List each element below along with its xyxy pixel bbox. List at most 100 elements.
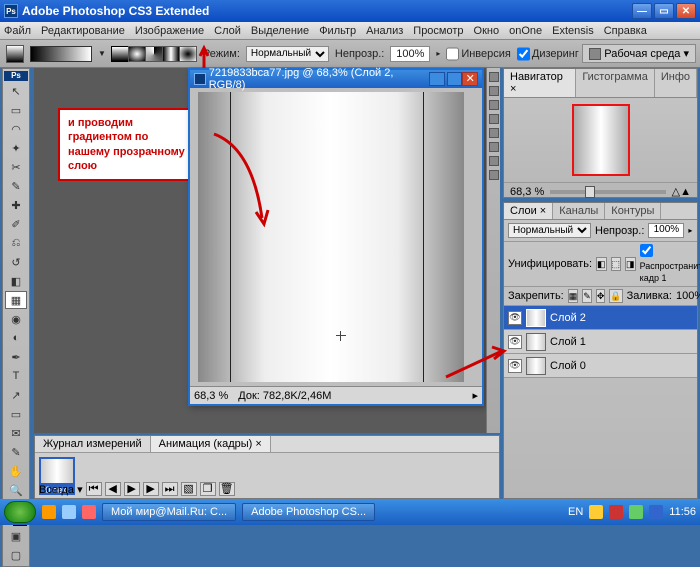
unify-icon[interactable]: ◨ [625,257,636,271]
first-frame-icon[interactable]: ⏮ [86,482,102,496]
gradient-diamond-icon[interactable] [179,46,197,62]
close-button[interactable]: ✕ [676,3,696,19]
unify-icon[interactable]: ◧ [596,257,607,271]
menu-image[interactable]: Изображение [135,25,204,37]
slice-tool[interactable]: ✎ [5,177,27,195]
dock-icon[interactable] [489,72,499,82]
navigator-zoom[interactable]: 68,3 % [510,186,544,198]
tray-icon[interactable] [629,505,643,519]
quickmask-icon[interactable]: ▣ [5,527,27,545]
frame-thumbnail[interactable] [39,457,75,485]
screenmode-icon[interactable]: ▢ [5,546,27,564]
prev-frame-icon[interactable]: ◀ [105,482,121,496]
dropdown-icon[interactable]: ▸ [436,49,440,58]
next-frame-icon[interactable]: ▶ [143,482,159,496]
dock-icon[interactable] [489,86,499,96]
layer-name[interactable]: Слой 2 [550,312,586,324]
type-tool[interactable]: T [5,367,27,385]
language-indicator[interactable]: EN [568,506,583,518]
navigator-thumbnail[interactable] [572,104,630,176]
lock-move-icon[interactable]: ✥ [596,289,606,303]
menu-file[interactable]: Файл [4,25,31,37]
gradient-tool-icon[interactable] [6,45,24,63]
doc-max-button[interactable] [447,72,463,86]
lock-transparent-icon[interactable]: ▦ [568,289,579,303]
gradient-tool[interactable]: ▦ [5,291,27,309]
workspace-button[interactable]: Рабочая среда ▾ [582,44,696,63]
document-canvas[interactable] [198,92,464,382]
visibility-icon[interactable]: 👁 [508,335,522,349]
tween-icon[interactable]: ▧ [181,482,197,496]
wand-tool[interactable]: ✦ [5,139,27,157]
gradient-reflected-icon[interactable] [162,46,180,62]
tab-layers[interactable]: Слои × [504,203,553,219]
tray-icon[interactable] [649,505,663,519]
tab-channels[interactable]: Каналы [553,203,605,219]
document-titlebar[interactable]: 7219833bca77.jpg @ 68,3% (Слой 2, RGB/8)… [190,70,482,88]
menu-layer[interactable]: Слой [214,25,241,37]
zoom-slider[interactable] [550,190,665,194]
menu-onone[interactable]: onOne [509,25,542,37]
lock-all-icon[interactable]: 🔒 [609,289,622,303]
layer-thumbnail[interactable] [526,333,546,351]
menu-edit[interactable]: Редактирование [41,25,125,37]
tab-animation[interactable]: Анимация (кадры) × [151,436,271,452]
visibility-icon[interactable]: 👁 [508,359,522,373]
lasso-tool[interactable]: ◠ [5,120,27,138]
maximize-button[interactable]: ▭ [654,3,674,19]
doc-close-button[interactable]: ✕ [462,72,478,86]
menu-select[interactable]: Выделение [251,25,309,37]
gradient-angle-icon[interactable] [145,46,163,62]
marquee-tool[interactable]: ▭ [5,101,27,119]
menu-window[interactable]: Окно [474,25,500,37]
doc-min-button[interactable] [429,72,445,86]
layer-opacity-input[interactable]: 100% [648,223,684,238]
menu-help[interactable]: Справка [604,25,647,37]
visibility-icon[interactable]: 👁 [508,311,522,325]
layer-row[interactable]: 👁 Слой 2 [504,306,697,330]
quicklaunch-icon[interactable] [82,505,96,519]
pen-tool[interactable]: ✒ [5,348,27,366]
inverse-checkbox[interactable]: Инверсия [446,46,511,62]
shape-tool[interactable]: ▭ [5,405,27,423]
mode-select[interactable]: Нормальный [246,46,329,62]
taskbar-app[interactable]: Мой мир@Mail.Ru: С... [102,503,236,521]
zoom-tool[interactable]: 🔍 [5,481,27,499]
taskbar-app[interactable]: Adobe Photoshop CS... [242,503,375,521]
hand-tool[interactable]: ✋ [5,462,27,480]
quicklaunch-icon[interactable] [62,505,76,519]
menu-filter[interactable]: Фильтр [319,25,356,37]
dock-icon[interactable] [489,142,499,152]
layer-row[interactable]: 👁 Слой 0 [504,354,697,378]
gradient-radial-icon[interactable] [128,46,146,62]
dock-icon[interactable] [489,114,499,124]
layer-name[interactable]: Слой 1 [550,336,586,348]
clock[interactable]: 11:56 [669,506,696,518]
blend-mode-select[interactable]: Нормальный [508,223,591,238]
unify-icon[interactable]: ⬚ [611,257,622,271]
dropdown-icon[interactable]: ▼ [98,49,106,58]
new-frame-icon[interactable]: ❐ [200,482,216,496]
fill-input[interactable]: 100% [676,290,700,302]
dodge-tool[interactable]: ◐ [5,329,27,347]
notes-tool[interactable]: ✉ [5,424,27,442]
last-frame-icon[interactable]: ⏭ [162,482,178,496]
tab-info[interactable]: Инфо [655,69,697,97]
lock-paint-icon[interactable]: ✎ [582,289,592,303]
zoom-in-icon[interactable]: ▲ [680,186,691,198]
dock-icon[interactable] [489,128,499,138]
minimize-button[interactable]: — [632,3,652,19]
loop-select[interactable]: Всегда ▾ [39,483,83,496]
layer-thumbnail[interactable] [526,309,546,327]
menu-extensis[interactable]: Extensis [552,25,594,37]
dock-icon[interactable] [489,100,499,110]
gradient-preview[interactable] [30,46,92,62]
layer-row[interactable]: 👁 Слой 1 [504,330,697,354]
tab-histogram[interactable]: Гистограмма [576,69,655,97]
move-tool[interactable]: ↖ [5,82,27,100]
delete-frame-icon[interactable]: 🗑 [219,482,235,496]
eraser-tool[interactable]: ◧ [5,272,27,290]
path-tool[interactable]: ↗ [5,386,27,404]
menu-analysis[interactable]: Анализ [366,25,403,37]
dock-icon[interactable] [489,156,499,166]
